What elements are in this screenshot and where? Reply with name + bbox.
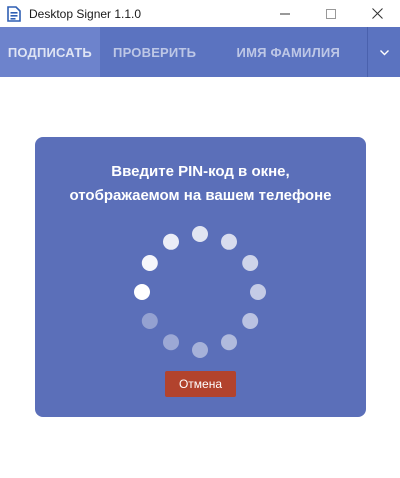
main-nav: ПОДПИСАТЬ ПРОВЕРИТЬ ИМЯ ФАМИЛИЯ xyxy=(0,27,400,77)
nav-dropdown-button[interactable] xyxy=(367,27,400,77)
close-button[interactable] xyxy=(354,0,400,27)
loading-spinner-icon xyxy=(134,226,266,358)
spinner-dot xyxy=(163,334,179,351)
document-signer-icon xyxy=(5,5,23,23)
spinner-dot xyxy=(134,284,150,300)
spinner-dot xyxy=(192,342,208,358)
close-icon xyxy=(371,8,383,19)
chevron-down-icon xyxy=(379,43,389,61)
pin-message: Введите PIN-код в окне, отображаемом на … xyxy=(35,160,366,208)
maximize-button[interactable] xyxy=(308,0,354,27)
spinner-dot xyxy=(192,226,208,242)
tab-verify[interactable]: ПРОВЕРИТЬ xyxy=(100,27,210,77)
spinner-dot xyxy=(163,233,179,250)
minimize-button[interactable] xyxy=(262,0,308,27)
pin-message-line-1: Введите PIN-код в окне, xyxy=(111,163,290,180)
cancel-button[interactable]: Отмена xyxy=(165,371,236,397)
spinner-dot xyxy=(242,255,259,271)
maximize-icon xyxy=(326,8,336,19)
tab-user-name[interactable]: ИМЯ ФАМИЛИЯ xyxy=(209,27,367,77)
spinner-dot xyxy=(221,233,237,250)
spinner-dot xyxy=(242,313,259,329)
pin-message-line-2: отображаемом на вашем телефоне xyxy=(69,187,332,204)
tab-sign[interactable]: ПОДПИСАТЬ xyxy=(0,27,100,77)
spinner-dot xyxy=(141,313,158,329)
spinner-dot xyxy=(141,255,158,271)
minimize-icon xyxy=(280,9,290,19)
window-title: Desktop Signer 1.1.0 xyxy=(29,6,142,21)
app-window: Desktop Signer 1.1.0 ПОДПИСАТЬ ПРОВЕРИТЬ… xyxy=(0,0,400,478)
spinner-dot xyxy=(221,334,237,351)
title-bar[interactable]: Desktop Signer 1.1.0 xyxy=(0,0,400,27)
spinner-dot xyxy=(250,284,266,300)
pin-dialog: Введите PIN-код в окне, отображаемом на … xyxy=(35,137,366,417)
